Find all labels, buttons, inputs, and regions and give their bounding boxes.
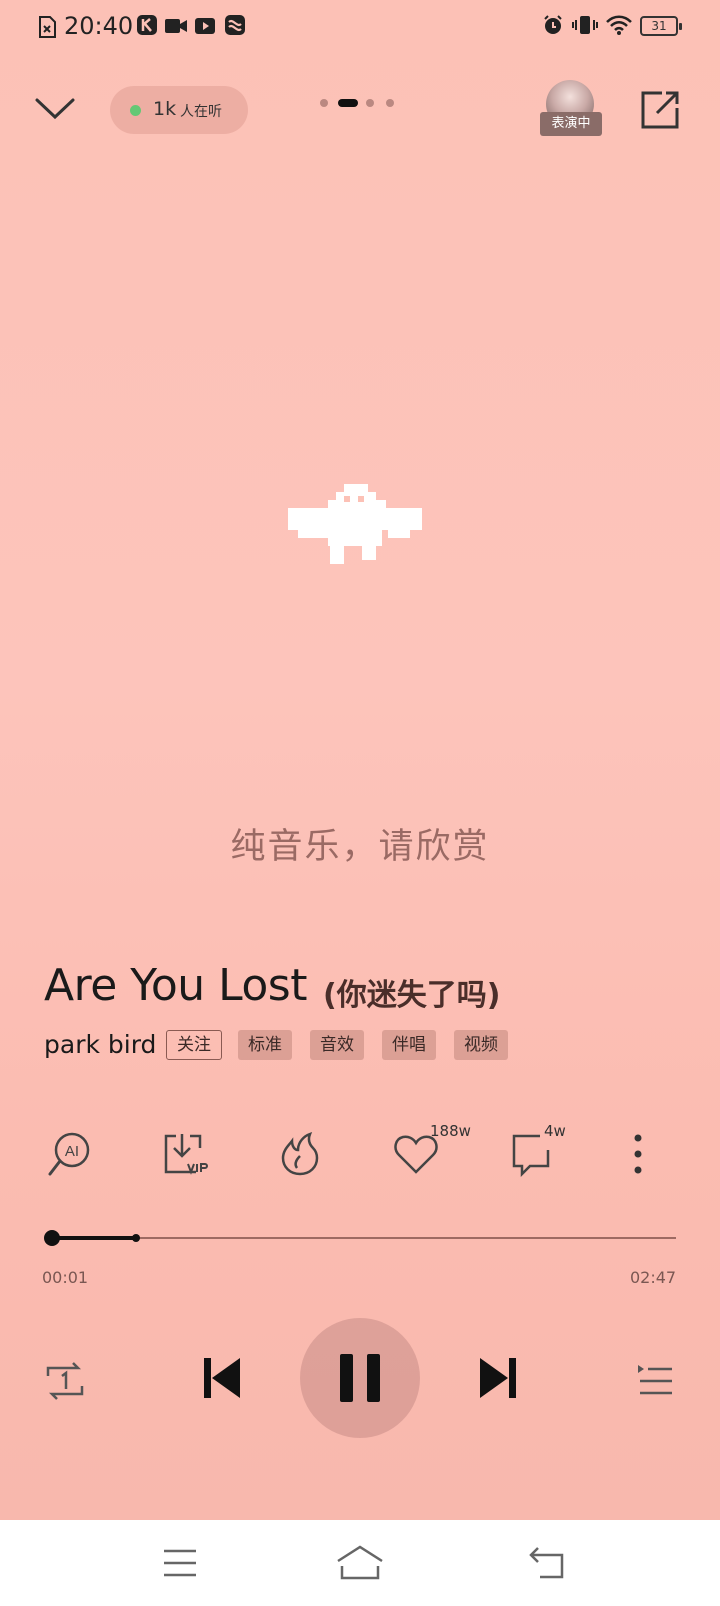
more-vertical-icon [634, 1134, 642, 1174]
ai-search-button[interactable]: AI [46, 1130, 94, 1178]
page-dot [366, 99, 374, 107]
artist-name[interactable]: park bird [44, 1030, 156, 1059]
ai-label: AI [65, 1143, 79, 1160]
alarm-icon [544, 15, 562, 34]
pause-icon-bar [340, 1354, 353, 1402]
performing-badge: 表演中 [540, 112, 602, 136]
video-tag[interactable]: 视频 [454, 1030, 508, 1060]
quality-standard-tag[interactable]: 标准 [238, 1030, 292, 1060]
battery-indicator: 31 [640, 16, 682, 36]
fire-icon [281, 1131, 319, 1176]
back-icon[interactable] [528, 1546, 568, 1580]
download-vip-icon [164, 1134, 208, 1175]
chevron-down-icon[interactable] [34, 92, 76, 126]
listeners-pill[interactable]: 1k 人在听 [110, 86, 248, 134]
sound-effect-tag[interactable]: 音效 [310, 1030, 364, 1060]
sim-card-icon [39, 16, 56, 38]
repeat-one-icon[interactable] [44, 1362, 86, 1400]
player-screen: 20:40 31 1k 人在听 表演中 纯音乐，请欣赏 Are You Lost… [0, 0, 720, 1520]
song-subtitle: (你迷失了吗) [323, 978, 501, 1013]
buffer-marker [131, 1234, 140, 1242]
album-art-pixel-bird [288, 484, 422, 568]
app-s-icon [225, 15, 245, 35]
more-options-button[interactable] [626, 1130, 650, 1178]
accompaniment-tag[interactable]: 伴唱 [382, 1030, 436, 1060]
page-indicator [320, 97, 400, 109]
app-k-icon [137, 15, 157, 35]
wifi-icon [606, 15, 632, 35]
listeners-label: 人在听 [180, 104, 222, 120]
song-title: Are You Lost [44, 960, 307, 1011]
next-track-icon[interactable] [480, 1358, 516, 1398]
menu-icon[interactable] [162, 1548, 198, 1578]
pause-icon-bar [367, 1354, 380, 1402]
buffered-bar [48, 1236, 136, 1240]
pause-button[interactable] [300, 1318, 420, 1438]
like-count: 188w [430, 1122, 471, 1140]
lyric-line[interactable]: 纯音乐，请欣赏 [0, 818, 720, 869]
ai-magnifier-icon: AI [48, 1132, 90, 1176]
current-time: 00:01 [42, 1268, 89, 1287]
comment-count: 4w [544, 1122, 566, 1140]
page-dot [386, 99, 394, 107]
previous-track-icon[interactable] [204, 1358, 240, 1398]
page-dot [320, 99, 328, 107]
video-player-icon [195, 18, 215, 34]
hot-fire-button[interactable] [276, 1130, 324, 1178]
status-time: 20:40 [64, 12, 134, 40]
follow-button[interactable]: 关注 [166, 1030, 222, 1060]
progress-knob[interactable] [43, 1230, 60, 1246]
share-icon[interactable] [640, 90, 680, 130]
vibrate-icon [572, 16, 598, 34]
total-time: 02:47 [630, 1268, 677, 1287]
video-call-icon [165, 19, 187, 33]
live-dot [130, 105, 141, 116]
progress-track[interactable] [48, 1237, 676, 1239]
vip-download-button[interactable] [162, 1130, 210, 1178]
system-navigation-bar [0, 1520, 720, 1606]
listeners-count: 1k [153, 98, 177, 120]
home-icon[interactable] [336, 1544, 384, 1580]
playlist-icon[interactable] [636, 1362, 674, 1398]
status-bar: 20:40 31 [0, 0, 720, 56]
page-dot-active [338, 99, 358, 107]
